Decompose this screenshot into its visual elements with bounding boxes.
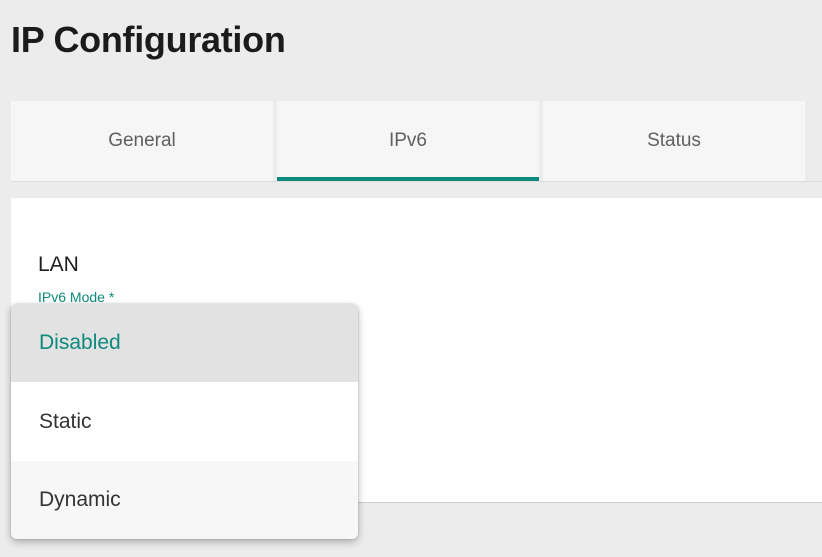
tab-ipv6[interactable]: IPv6 [277, 101, 539, 181]
page: IP Configuration General IPv6 Status LAN… [0, 0, 822, 557]
tabs-divider [11, 181, 822, 182]
section-title: LAN [38, 253, 79, 276]
tab-bar: General IPv6 Status [11, 101, 822, 181]
ipv6-mode-label: IPv6 Mode * [38, 289, 115, 305]
tab-label: General [108, 130, 176, 151]
option-disabled[interactable]: Disabled [11, 304, 358, 382]
ipv6-mode-dropdown-menu: Disabled Static Dynamic [11, 304, 358, 539]
tab-label: IPv6 [388, 130, 428, 151]
tab-status[interactable]: Status [543, 101, 805, 181]
page-title: IP Configuration [11, 19, 286, 60]
tab-general[interactable]: General [11, 101, 273, 181]
tab-label: Status [647, 130, 701, 151]
option-dynamic[interactable]: Dynamic [11, 461, 358, 539]
option-static[interactable]: Static [11, 382, 358, 461]
